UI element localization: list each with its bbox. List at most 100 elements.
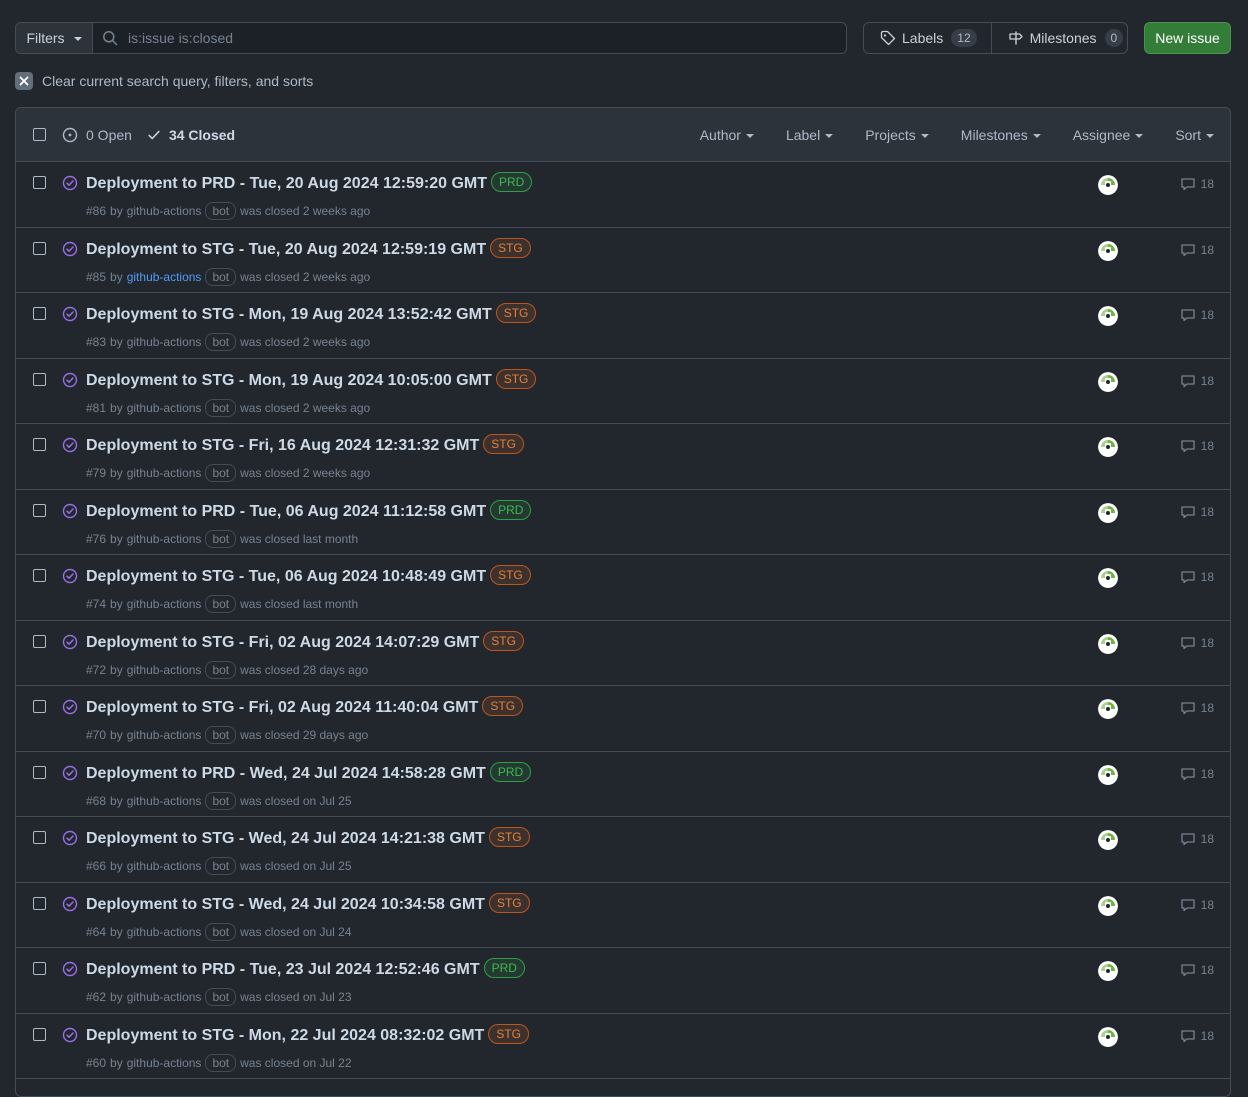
comments-link[interactable]: 18 xyxy=(1180,242,1214,258)
comments-link[interactable]: 18 xyxy=(1180,897,1214,913)
comments-link[interactable]: 18 xyxy=(1180,635,1214,651)
issue-author-link[interactable]: github-actions xyxy=(127,204,202,218)
comments-link[interactable]: 18 xyxy=(1180,373,1214,389)
issue-checkbox[interactable] xyxy=(33,372,46,386)
issue-closed-text: was closed on Jul 24 xyxy=(240,924,352,939)
issue-label[interactable]: STG xyxy=(488,827,530,847)
assignee-avatar[interactable] xyxy=(1098,699,1118,719)
comments-link[interactable]: 18 xyxy=(1180,766,1214,782)
assignee-avatar[interactable] xyxy=(1098,175,1118,195)
issue-checkbox[interactable] xyxy=(33,569,46,582)
assignee-menu[interactable]: Assignee xyxy=(1073,127,1144,143)
assignee-avatar[interactable] xyxy=(1098,764,1118,785)
comments-link[interactable]: 18 xyxy=(1180,504,1214,520)
issue-checkbox[interactable] xyxy=(33,765,46,779)
issue-title-link[interactable]: Deployment to STG - Fri, 02 Aug 2024 11:… xyxy=(86,696,524,717)
open-issues-tab[interactable]: 0 Open xyxy=(62,127,132,143)
issue-author-link[interactable]: github-actions xyxy=(127,663,202,677)
issue-author-link[interactable]: github-actions xyxy=(127,401,202,415)
issue-checkbox[interactable] xyxy=(33,307,46,320)
issue-checkbox[interactable] xyxy=(33,503,46,517)
label-menu[interactable]: Label xyxy=(786,127,834,143)
select-all-checkbox[interactable] xyxy=(33,128,46,141)
issue-checkbox[interactable] xyxy=(33,700,46,713)
issue-title-link[interactable]: Deployment to STG - Tue, 20 Aug 2024 12:… xyxy=(86,237,531,259)
issue-label[interactable]: PRD xyxy=(490,499,532,520)
comments-link[interactable]: 18 xyxy=(1180,700,1214,716)
issue-title-link[interactable]: Deployment to PRD - Tue, 06 Aug 2024 11:… xyxy=(86,499,532,521)
issue-checkbox[interactable] xyxy=(33,634,46,648)
search-input[interactable] xyxy=(126,29,846,47)
closed-issues-tab[interactable]: 34 Closed xyxy=(147,127,235,143)
issue-title-link[interactable]: Deployment to PRD - Wed, 24 Jul 2024 14:… xyxy=(86,761,532,783)
issue-label[interactable]: PRD xyxy=(483,958,525,978)
labels-button[interactable]: Labels 12 xyxy=(864,23,991,53)
assignee-avatar[interactable] xyxy=(1098,306,1118,326)
assignee-avatar[interactable] xyxy=(1098,830,1118,850)
new-issue-button[interactable]: New issue xyxy=(1144,22,1231,54)
issue-author-link[interactable]: github-actions xyxy=(127,794,202,808)
author-menu[interactable]: Author xyxy=(700,127,754,143)
milestones-button[interactable]: Milestones 0 xyxy=(990,23,1127,53)
comments-link[interactable]: 18 xyxy=(1180,1028,1214,1044)
issue-label[interactable]: STG xyxy=(495,303,537,323)
issue-title-link[interactable]: Deployment to STG - Fri, 02 Aug 2024 14:… xyxy=(86,630,524,652)
issue-title-link[interactable]: Deployment to STG - Wed, 24 Jul 2024 14:… xyxy=(86,827,530,848)
issue-checkbox[interactable] xyxy=(33,1027,46,1041)
issue-author-link[interactable]: github-actions xyxy=(127,532,202,546)
issue-label[interactable]: STG xyxy=(490,565,531,585)
issue-label[interactable]: STG xyxy=(483,434,524,454)
sort-menu[interactable]: Sort xyxy=(1175,127,1214,143)
assignee-avatar[interactable] xyxy=(1098,502,1118,523)
issue-checkbox[interactable] xyxy=(33,438,46,451)
issue-title-link[interactable]: Deployment to PRD - Tue, 23 Jul 2024 12:… xyxy=(86,958,525,979)
issue-title-link[interactable]: Deployment to STG - Mon, 22 Jul 2024 08:… xyxy=(86,1023,529,1045)
issue-title-link[interactable]: Deployment to STG - Fri, 16 Aug 2024 12:… xyxy=(86,434,524,455)
issue-title-link[interactable]: Deployment to STG - Mon, 19 Aug 2024 10:… xyxy=(86,368,537,390)
issue-label[interactable]: STG xyxy=(482,696,524,716)
assignee-avatar[interactable] xyxy=(1098,568,1118,588)
issue-title-link[interactable]: Deployment to STG - Mon, 19 Aug 2024 13:… xyxy=(86,303,537,324)
issue-checkbox[interactable] xyxy=(33,241,46,255)
issue-label[interactable]: STG xyxy=(488,1023,529,1044)
comments-link[interactable]: 18 xyxy=(1180,962,1214,978)
assignee-avatar[interactable] xyxy=(1098,371,1118,392)
comments-link[interactable]: 18 xyxy=(1180,569,1214,585)
issue-author-link[interactable]: github-actions xyxy=(127,466,202,480)
issue-author-link[interactable]: github-actions xyxy=(127,270,202,284)
issue-checkbox[interactable] xyxy=(33,962,46,975)
issue-title-link[interactable]: Deployment to STG - Wed, 24 Jul 2024 10:… xyxy=(86,892,530,914)
assignee-avatar[interactable] xyxy=(1098,1026,1118,1047)
issue-checkbox[interactable] xyxy=(33,831,46,844)
issue-label[interactable]: STG xyxy=(488,892,530,913)
issue-checkbox[interactable] xyxy=(33,176,46,189)
filters-dropdown-button[interactable]: Filters xyxy=(16,23,93,53)
assignee-avatar[interactable] xyxy=(1098,633,1118,654)
issue-author-link[interactable]: github-actions xyxy=(127,990,202,1004)
comments-link[interactable]: 18 xyxy=(1180,307,1214,323)
comments-link[interactable]: 18 xyxy=(1180,176,1214,192)
comments-link[interactable]: 18 xyxy=(1180,831,1214,847)
assignee-avatar[interactable] xyxy=(1098,895,1118,916)
issue-label[interactable]: STG xyxy=(490,237,531,258)
clear-filters-link[interactable]: Clear current search query, filters, and… xyxy=(15,72,313,90)
issue-label[interactable]: STG xyxy=(483,630,524,651)
assignee-avatar[interactable] xyxy=(1098,240,1118,261)
comments-link[interactable]: 18 xyxy=(1180,438,1214,454)
issue-label[interactable]: STG xyxy=(495,368,537,389)
issue-author-link[interactable]: github-actions xyxy=(127,597,202,611)
issue-author-link[interactable]: github-actions xyxy=(127,1056,202,1070)
issue-author-link[interactable]: github-actions xyxy=(127,925,202,939)
issue-title-link[interactable]: Deployment to PRD - Tue, 20 Aug 2024 12:… xyxy=(86,172,533,193)
issue-author-link[interactable]: github-actions xyxy=(127,728,202,742)
issue-label[interactable]: PRD xyxy=(490,172,533,192)
projects-menu[interactable]: Projects xyxy=(865,127,929,143)
issue-author-link[interactable]: github-actions xyxy=(127,335,202,349)
issue-author-link[interactable]: github-actions xyxy=(127,859,202,873)
issue-checkbox[interactable] xyxy=(33,896,46,910)
assignee-avatar[interactable] xyxy=(1098,961,1118,981)
issue-title-link[interactable]: Deployment to STG - Tue, 06 Aug 2024 10:… xyxy=(86,565,531,586)
issue-label[interactable]: PRD xyxy=(489,761,532,782)
assignee-avatar[interactable] xyxy=(1098,437,1118,457)
milestones-menu[interactable]: Milestones xyxy=(961,127,1041,143)
